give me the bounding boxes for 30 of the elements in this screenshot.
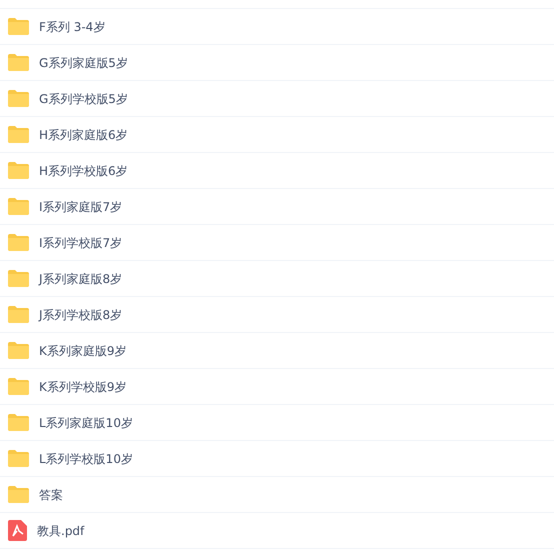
folder-icon [8,126,29,143]
folder-name[interactable]: L系列家庭版10岁 [39,414,133,432]
folder-icon [8,54,29,71]
folder-name[interactable]: K系列学校版9岁 [39,378,127,396]
folder-icon [8,378,29,395]
folder-icon [8,342,29,359]
folder-name[interactable]: G系列家庭版5岁 [39,54,128,72]
folder-icon [8,90,29,107]
folder-name[interactable]: H系列学校版6岁 [39,162,128,180]
folder-name[interactable]: I系列家庭版7岁 [39,198,122,216]
folder-name[interactable]: G系列学校版5岁 [39,90,128,108]
folder-icon [8,450,29,467]
folder-icon [8,198,29,215]
folder-icon [8,18,29,35]
pdf-icon [8,520,27,541]
file-name[interactable]: 教具.pdf [37,522,84,540]
folder-name[interactable]: J系列学校版8岁 [39,306,122,324]
folder-icon [8,162,29,179]
folder-name[interactable]: K系列家庭版9岁 [39,342,127,360]
folder-icon [8,486,29,503]
folder-name[interactable]: 答案 [39,486,63,504]
folder-icon [8,270,29,287]
folder-icon [8,234,29,251]
folder-name[interactable]: L系列学校版10岁 [39,450,133,468]
folder-icon [8,306,29,323]
folder-name[interactable]: I系列学校版7岁 [39,234,122,252]
folder-name[interactable]: J系列家庭版8岁 [39,270,122,288]
folder-name[interactable]: F系列 3-4岁 [39,18,106,36]
folder-name[interactable]: H系列家庭版6岁 [39,126,128,144]
folder-icon [8,414,29,431]
